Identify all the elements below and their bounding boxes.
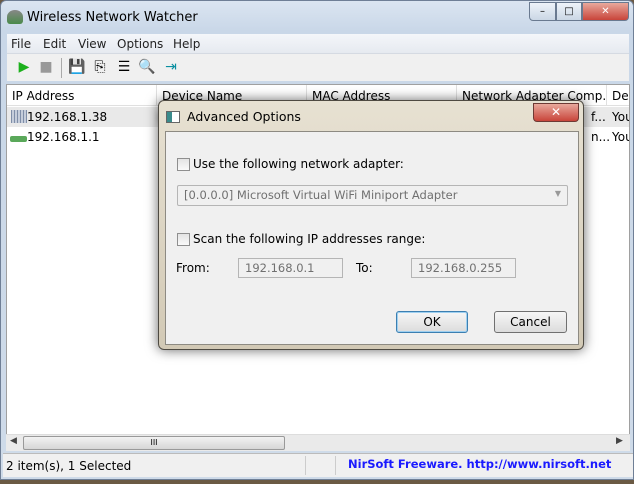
nirsoft-link[interactable]: NirSoft Freeware. http://www.nirsoft.net [348,457,611,471]
scroll-left-icon[interactable]: ◀ [10,436,17,446]
scan-range-checkbox[interactable] [177,233,190,246]
window-title: Wireless Network Watcher [27,10,198,25]
properties-icon[interactable]: ☰ [115,58,133,76]
column-header-device-info[interactable]: Device Information [607,85,629,106]
save-icon[interactable]: 💾 [68,58,86,76]
use-adapter-label: Use the following network adapter: [193,157,404,171]
menu-file[interactable]: File [11,37,31,51]
from-label: From: [176,261,210,275]
ok-button[interactable]: OK [396,311,468,333]
copy-icon[interactable]: ⎘ [91,58,109,76]
app-icon [7,10,23,24]
menu-edit[interactable]: Edit [43,37,66,51]
horizontal-scrollbar[interactable]: ◀ III ▶ [6,434,630,451]
info-cell: You [612,130,629,144]
html-report-icon[interactable]: 🔍 [138,58,156,76]
info-cell: You [612,110,629,124]
scan-range-label: Scan the following IP addresses range: [193,232,426,246]
menu-view[interactable]: View [78,37,106,51]
dialog-close-button[interactable]: ✕ [533,103,579,122]
stop-icon[interactable]: ■ [37,58,55,76]
dialog-title: Advanced Options [187,109,301,124]
adapter-cell: n... [591,130,611,144]
toolbar: ▶ ■ 💾 ⎘ ☰ 🔍 ⇥ [7,54,629,81]
ip-cell: 192.168.1.38 [27,110,108,124]
adapter-cell: f... [591,110,606,124]
minimize-button[interactable]: – [529,2,556,21]
status-bar: 2 item(s), 1 Selected NirSoft Freeware. … [3,453,633,477]
to-label: To: [356,261,373,275]
maximize-button[interactable]: □ [556,2,582,21]
to-ip-input[interactable]: 192.168.0.255 [411,258,516,278]
exit-icon[interactable]: ⇥ [162,58,180,76]
play-icon[interactable]: ▶ [15,58,33,76]
menu-options[interactable]: Options [117,37,163,51]
from-ip-input[interactable]: 192.168.0.1 [238,258,343,278]
adapter-select-value: [0.0.0.0] Microsoft Virtual WiFi Minipor… [184,188,458,202]
toolbar-divider [61,58,62,78]
router-icon [10,136,27,142]
dialog-icon [166,111,180,123]
close-button[interactable]: ✕ [582,2,629,21]
ip-cell: 192.168.1.1 [27,130,100,144]
scroll-thumb[interactable]: III [23,436,285,450]
menu-help[interactable]: Help [173,37,200,51]
computer-icon [11,110,27,123]
scroll-right-icon[interactable]: ▶ [616,436,623,446]
status-count: 2 item(s), 1 Selected [6,459,132,473]
chevron-down-icon: ▼ [554,189,561,198]
use-adapter-checkbox[interactable] [177,158,190,171]
cancel-button[interactable]: Cancel [494,311,567,333]
adapter-select[interactable]: [0.0.0.0] Microsoft Virtual WiFi Minipor… [177,185,568,206]
advanced-options-dialog: Advanced Options ✕ Use the following net… [158,100,584,350]
dialog-body: Use the following network adapter: [0.0.… [165,131,579,345]
menu-bar: File Edit View Options Help [7,34,629,54]
column-header-ip[interactable]: IP Address [7,85,157,106]
